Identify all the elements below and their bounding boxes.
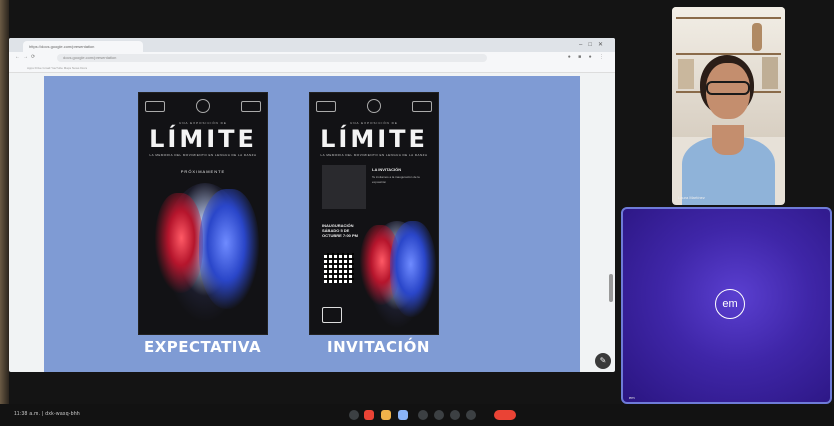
avatar: em (715, 289, 745, 319)
meeting-code: dxk-wasq-bhh (45, 411, 81, 417)
edit-icon[interactable]: ✎ (595, 353, 611, 369)
participant-name: Laura Martínez (678, 195, 705, 200)
qr-code-icon (324, 253, 354, 283)
shelf (676, 17, 781, 19)
poster-logos (145, 99, 261, 113)
poster-info-text: Te invitamos a la inauguración de la exp… (372, 175, 420, 184)
logo-icon (367, 99, 381, 113)
separator: | (41, 411, 44, 417)
glasses-icon (706, 81, 750, 95)
meeting-time: 11:38 a.m. (14, 411, 41, 417)
shared-screen: https://docs.google.com/presentation –□✕… (9, 38, 615, 372)
participant-name: em (629, 395, 635, 400)
logo-icon (145, 100, 165, 112)
caption-expectativa: EXPECTATIVA (144, 338, 262, 356)
poster-date: PRÓXIMAMENTE (180, 169, 226, 174)
browser-tab-bar: https://docs.google.com/presentation –□✕ (9, 38, 615, 52)
monitor-bezel (0, 0, 9, 426)
poster-subtitle: LA MEMORIA DEL MOVIMIENTO EN LENGUA DE L… (149, 153, 257, 157)
extension-icons[interactable]: ● ■ ● ⋮ (568, 54, 607, 60)
self-video-tile[interactable]: Laura Martínez (672, 7, 785, 205)
window-controls[interactable]: –□✕ (579, 41, 609, 48)
logo-icon (322, 307, 342, 323)
poster-title: LÍMITE (320, 125, 428, 153)
mic-icon[interactable] (349, 410, 359, 420)
poster-info-title: LA INVITACIÓN (372, 167, 402, 172)
bookmarks-bar[interactable]: Apps Drive Gmail YouTube Maps News Docs (9, 64, 615, 73)
hand-icon[interactable] (434, 410, 444, 420)
hangup-icon[interactable] (494, 410, 516, 420)
vase (752, 23, 762, 51)
browser-toolbar: ←→⟳ docs.google.com/presentation ● ■ ● ⋮ (9, 52, 615, 64)
emoji-icon[interactable] (418, 410, 428, 420)
present-icon[interactable] (398, 410, 408, 420)
poster-expectativa: UNA EXPOSICIÓN DE LÍMITE LA MEMORIA DEL … (138, 92, 268, 335)
captions-icon[interactable] (381, 410, 391, 420)
nav-arrows-icon[interactable]: ←→⟳ (15, 54, 38, 60)
camera-icon[interactable] (364, 410, 374, 420)
logo-icon (241, 100, 261, 112)
blue-figure (199, 189, 259, 309)
red-figure (155, 193, 203, 293)
meeting-control-bar (0, 404, 834, 426)
poster-title: LÍMITE (149, 125, 257, 153)
poster-invitacion: UNA EXPOSICIÓN DE LÍMITE LA MEMORIA DEL … (309, 92, 439, 335)
logo-icon (316, 100, 336, 112)
logo-icon (196, 99, 210, 113)
neck (712, 125, 744, 155)
more-icon[interactable] (466, 410, 476, 420)
logo-icon (412, 100, 432, 112)
address-bar[interactable]: docs.google.com/presentation (57, 54, 487, 62)
caption-invitacion: INVITACIÓN (327, 338, 430, 356)
participant-tile[interactable]: em em (621, 207, 832, 404)
poster-cta: INAUGURACIÓN SÁBADO 5 DE OCTUBRE 7:00 PM (322, 223, 359, 238)
books (762, 57, 778, 89)
scrollbar[interactable] (609, 274, 613, 302)
books (678, 59, 694, 89)
browser-tab[interactable]: https://docs.google.com/presentation (23, 41, 143, 52)
activities-icon[interactable] (450, 410, 460, 420)
slide-canvas: UNA EXPOSICIÓN DE LÍMITE LA MEMORIA DEL … (44, 76, 580, 372)
poster-logos (316, 99, 432, 113)
meeting-info: 11:38 a.m. | dxk-wasq-bhh (14, 411, 80, 417)
poster-subtitle: LA MEMORIA DEL MOVIMIENTO EN LENGUA DE L… (320, 153, 428, 157)
poster-photo (322, 165, 366, 209)
blue-figure (390, 221, 436, 317)
